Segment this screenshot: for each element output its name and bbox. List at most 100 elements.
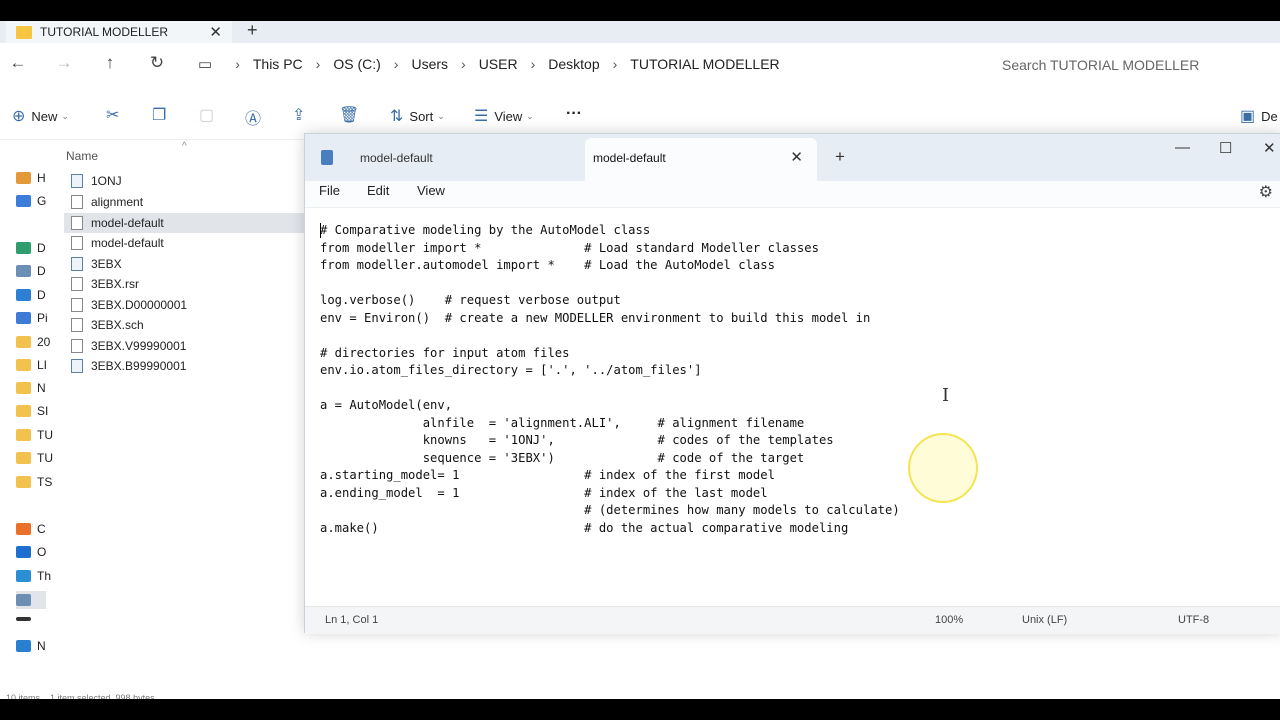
search-input[interactable]: Search TUTORIAL MODELLER <box>1002 57 1199 73</box>
breadcrumb-users[interactable]: Users <box>411 56 448 72</box>
view-button[interactable]: ☰ View ⌄ <box>474 106 534 126</box>
breadcrumb-separator-icon[interactable]: › <box>394 56 399 72</box>
code-line: env = Environ() # create a new MODELLER … <box>320 310 871 325</box>
nav-item-home[interactable]: H <box>16 171 46 185</box>
zoom-level[interactable]: 100% <box>935 614 963 626</box>
menu-view[interactable]: View <box>417 183 445 198</box>
nav-item-folder[interactable]: SI <box>16 404 48 418</box>
file-icon <box>71 359 83 373</box>
up-icon[interactable]: ↑ <box>98 53 122 73</box>
file-row[interactable]: 3EBX <box>64 254 307 274</box>
more-options-icon[interactable]: ··· <box>566 105 582 123</box>
nav-item-documents[interactable]: D <box>16 264 46 278</box>
breadcrumb-desktop[interactable]: Desktop <box>548 56 599 72</box>
close-window-icon[interactable]: ✕ <box>1263 139 1276 157</box>
nav-item-downloads[interactable]: D <box>16 241 46 255</box>
code-line: alnfile = 'alignment.ALI', # alignment f… <box>320 415 805 430</box>
download-icon <box>16 242 31 254</box>
folder-icon <box>16 405 31 417</box>
file-row[interactable]: 3EBX.D00000001 <box>64 295 307 315</box>
share-icon[interactable]: ⇪ <box>292 105 305 125</box>
nav-item-gallery[interactable]: G <box>16 194 46 208</box>
notepad-status-bar: Ln 1, Col 1 100% Unix (LF) UTF-8 <box>305 606 1280 634</box>
screen: TUTORIAL MODELLER ✕ + ← → ↑ ↻ ▭ › This P… <box>0 0 1280 720</box>
nav-item-folder[interactable]: TU <box>16 451 53 465</box>
cursor-position: Ln 1, Col 1 <box>325 614 379 626</box>
code-line: a.make() # do the actual comparative mod… <box>320 520 849 535</box>
refresh-icon[interactable]: ↻ <box>145 53 169 73</box>
details-button[interactable]: ▣ De <box>1240 106 1278 126</box>
notepad-tab-active[interactable]: model-default ✕ <box>585 138 817 181</box>
file-list: Name ^ 1ONJ alignment model-default mode… <box>62 141 307 701</box>
breadcrumb-separator-icon[interactable]: › <box>235 56 240 72</box>
nav-item-this-pc[interactable]: Th <box>16 569 51 583</box>
close-tab-icon[interactable]: ✕ <box>790 148 803 166</box>
view-list-icon: ☰ <box>474 108 489 125</box>
nav-item-folder[interactable]: TU <box>16 428 53 442</box>
breadcrumb-separator-icon[interactable]: › <box>531 56 536 72</box>
explorer-tab[interactable]: TUTORIAL MODELLER ✕ <box>6 21 232 43</box>
new-tab-button[interactable]: + <box>835 147 845 167</box>
paste-icon[interactable]: ▢ <box>199 105 214 125</box>
nav-item-pictures[interactable]: Pi <box>16 311 48 325</box>
file-row[interactable]: 1ONJ <box>64 171 307 191</box>
details-pane-icon: ▣ <box>1240 108 1256 125</box>
nav-item-drive[interactable] <box>16 591 46 609</box>
line-ending[interactable]: Unix (LF) <box>1022 614 1067 626</box>
nav-item-folder[interactable]: TS <box>16 475 52 489</box>
breadcrumb-separator-icon[interactable]: › <box>316 56 321 72</box>
nav-item-onedrive[interactable]: O <box>16 545 46 559</box>
file-row[interactable]: 3EBX.rsr <box>64 274 307 294</box>
nav-item-folder[interactable]: N <box>16 381 46 395</box>
text-editor[interactable]: # Comparative modeling by the AutoModel … <box>305 209 1280 606</box>
nav-item-folder[interactable]: 20 <box>16 335 50 349</box>
delete-icon[interactable]: 🗑 <box>339 105 359 125</box>
menu-edit[interactable]: Edit <box>367 183 389 198</box>
breadcrumb-separator-icon[interactable]: › <box>461 56 466 72</box>
nav-item-network[interactable]: N <box>16 639 46 653</box>
breadcrumb-os-c[interactable]: OS (C:) <box>333 56 380 72</box>
breadcrumb-this-pc[interactable]: This PC <box>253 56 303 72</box>
nav-item-removable-drive[interactable] <box>16 617 37 621</box>
file-name: 3EBX.V99990001 <box>91 339 187 353</box>
breadcrumb-tutorial-modeller[interactable]: TUTORIAL MODELLER <box>630 56 779 72</box>
monitor-icon <box>16 570 31 582</box>
copy-icon[interactable]: ❐ <box>152 105 166 125</box>
nav-item-folder[interactable]: LI <box>16 358 47 372</box>
code-text[interactable]: # Comparative modeling by the AutoModel … <box>320 222 900 537</box>
maximize-icon[interactable]: ☐ <box>1219 139 1232 157</box>
nav-item-creative-cloud[interactable]: C <box>16 522 46 536</box>
sort-button[interactable]: ⇅ Sort ⌄ <box>390 106 445 126</box>
menu-file[interactable]: File <box>319 183 340 198</box>
file-row[interactable]: 3EBX.sch <box>64 315 307 335</box>
drive-icon <box>16 594 31 606</box>
screen-bottom-border <box>0 699 1280 720</box>
view-button-label: View <box>494 108 523 124</box>
cut-icon[interactable]: ✂ <box>106 105 119 125</box>
breadcrumb-separator-icon[interactable]: › <box>613 56 618 72</box>
file-name: 3EBX.sch <box>91 318 144 332</box>
file-row[interactable]: model-default <box>64 233 307 253</box>
code-line: from modeller import * # Load standard M… <box>320 240 819 255</box>
settings-gear-icon[interactable]: ⚙ <box>1259 182 1273 202</box>
minimize-icon[interactable]: — <box>1175 139 1190 156</box>
close-tab-icon[interactable]: ✕ <box>209 23 222 41</box>
file-icon <box>71 318 83 332</box>
encoding[interactable]: UTF-8 <box>1178 614 1209 626</box>
column-header-name[interactable]: Name <box>66 149 98 163</box>
notepad-tab-inactive[interactable]: model-default <box>360 151 433 165</box>
nav-item-desktop[interactable]: D <box>16 288 46 302</box>
file-row-selected[interactable]: model-default <box>64 213 307 233</box>
monitor-icon[interactable]: ▭ <box>198 55 212 73</box>
folder-icon <box>16 382 31 394</box>
rename-icon[interactable]: Ⓐ <box>245 105 261 129</box>
breadcrumb-user[interactable]: USER <box>479 56 518 72</box>
file-row[interactable]: 3EBX.B99990001 <box>64 356 307 376</box>
desktop-icon <box>16 289 31 301</box>
forward-icon[interactable]: → <box>52 53 76 73</box>
new-button[interactable]: ⊕ New ⌄ <box>12 106 69 126</box>
new-tab-button[interactable]: + <box>247 20 258 41</box>
file-row[interactable]: alignment <box>64 192 307 212</box>
file-row[interactable]: 3EBX.V99990001 <box>64 336 307 356</box>
back-icon[interactable]: ← <box>6 53 30 73</box>
